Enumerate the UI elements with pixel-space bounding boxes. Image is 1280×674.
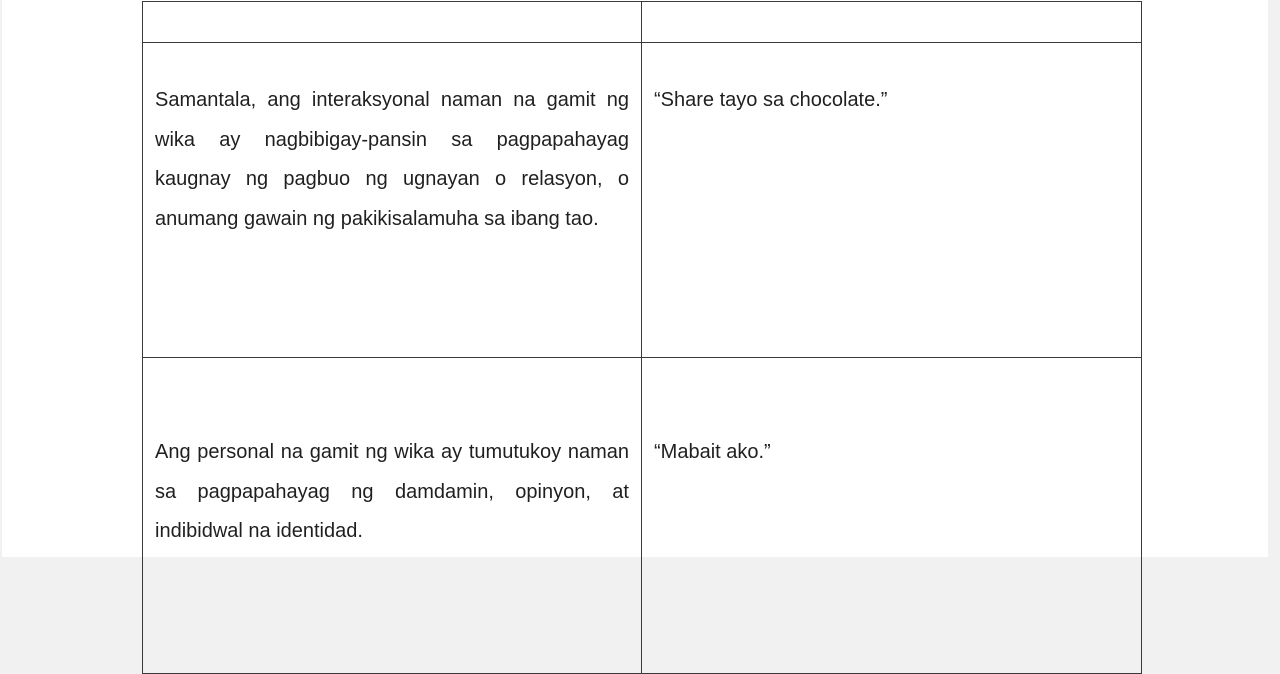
header-cell-1: [142, 1, 642, 43]
description-text: Ang personal na gamit ng wika ay tumutuk…: [155, 441, 629, 542]
table-header-row: [142, 1, 1142, 43]
description-cell: Ang personal na gamit ng wika ay tumutuk…: [142, 357, 642, 674]
example-cell: “Share tayo sa chocolate.”: [641, 42, 1142, 358]
table-row: Samantala, ang interaksyonal naman na ga…: [142, 42, 1142, 358]
functions-of-language-table: Samantala, ang interaksyonal naman na ga…: [142, 1, 1142, 674]
description-text: Samantala, ang interaksyonal naman na ga…: [155, 89, 629, 230]
description-cell: Samantala, ang interaksyonal naman na ga…: [142, 42, 642, 358]
example-text: “Mabait ako.”: [654, 441, 771, 463]
document-page: Samantala, ang interaksyonal naman na ga…: [2, 0, 1268, 674]
example-text: “Share tayo sa chocolate.”: [654, 89, 888, 111]
example-cell: “Mabait ako.”: [641, 357, 1142, 674]
scrollbar-track[interactable]: [1268, 0, 1280, 557]
table-row: Ang personal na gamit ng wika ay tumutuk…: [142, 357, 1142, 674]
header-cell-2: [641, 1, 1142, 43]
